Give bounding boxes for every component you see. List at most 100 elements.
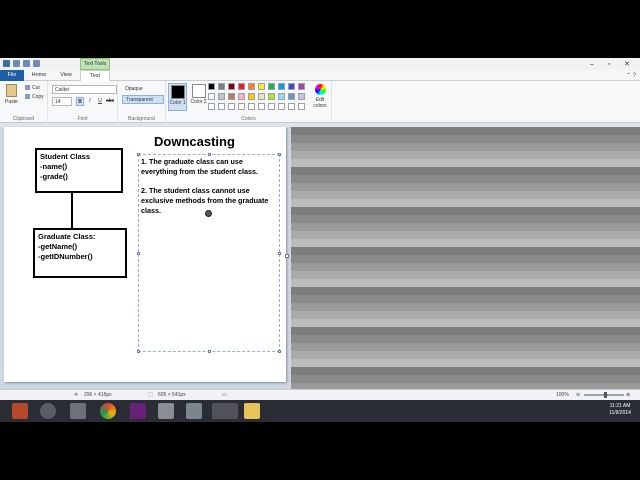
color1-button[interactable]: Color 1 [168, 83, 187, 111]
edit-colors-button[interactable]: Edit colors [312, 84, 328, 112]
paste-button[interactable]: Paste [5, 99, 18, 105]
palette-swatch[interactable] [278, 83, 285, 90]
background-group-label: Background [128, 116, 155, 122]
resize-handle[interactable] [208, 153, 211, 156]
status-bar: ✛ 296 × 415px ⬚ 605 × 541px ▭ 100% ⊖ ⊕ [0, 389, 640, 400]
palette-swatch[interactable] [268, 103, 275, 110]
palette-swatch[interactable] [248, 83, 255, 90]
palette-swatch[interactable] [298, 103, 305, 110]
cut-label: Cut [32, 85, 40, 91]
drawing-canvas[interactable]: Student Class -name() -grade() Graduate … [4, 127, 286, 382]
palette-swatch[interactable] [278, 103, 285, 110]
student-method: -name() [40, 162, 68, 171]
palette-swatch[interactable] [268, 83, 275, 90]
palette-swatch[interactable] [238, 93, 245, 100]
font-size-select[interactable]: 14 [52, 97, 72, 106]
tab-file[interactable]: File [0, 70, 24, 81]
mouse-cursor-icon [205, 210, 212, 217]
student-method: -grade() [40, 172, 68, 181]
help-icon[interactable]: ⌃ ? [626, 72, 636, 79]
palette-swatch[interactable] [258, 83, 265, 90]
resize-handle[interactable] [278, 350, 281, 353]
palette-swatch[interactable] [208, 93, 215, 100]
resize-handle[interactable] [208, 350, 211, 353]
copy-label: Copy [32, 94, 44, 100]
opaque-option[interactable]: Opaque [122, 85, 164, 94]
resize-handle[interactable] [278, 252, 281, 255]
text-tools-context-tab: Text Tools [80, 58, 110, 70]
cut-button[interactable]: Cut [25, 85, 40, 91]
bold-button[interactable]: B [76, 97, 84, 106]
selection-size: 605 × 541px [158, 392, 186, 398]
palette-swatch[interactable] [228, 103, 235, 110]
resize-handle[interactable] [278, 153, 281, 156]
strikethrough-button[interactable]: abc [106, 97, 114, 106]
window-controls[interactable]: – ▫ ✕ [590, 60, 636, 68]
redo-icon[interactable] [33, 60, 40, 67]
zoom-in-icon[interactable]: ⊕ [626, 390, 630, 400]
palette-swatch[interactable] [268, 93, 275, 100]
cursor-position: 296 × 415px [84, 392, 112, 398]
resize-handle[interactable] [137, 153, 140, 156]
palette-swatch[interactable] [238, 83, 245, 90]
palette-swatch[interactable] [238, 103, 245, 110]
palette-swatch[interactable] [258, 103, 265, 110]
font-group-label: Font [77, 116, 88, 122]
onenote-icon[interactable] [12, 403, 28, 419]
palette-swatch[interactable] [288, 103, 295, 110]
palette-swatch[interactable] [278, 93, 285, 100]
resize-handle[interactable] [137, 252, 140, 255]
transparent-option[interactable]: Transparent [122, 95, 164, 104]
zoom-out-icon[interactable]: ⊖ [576, 390, 580, 400]
inheritance-line [71, 193, 73, 228]
copy-button[interactable]: Copy [25, 94, 44, 100]
paint-app-icon[interactable] [3, 60, 10, 67]
palette-swatch[interactable] [288, 83, 295, 90]
palette-swatch[interactable] [228, 83, 235, 90]
canvas-resize-handle[interactable] [285, 254, 289, 258]
settings-icon[interactable] [40, 403, 56, 419]
color2-button[interactable]: Color 2 [189, 83, 208, 111]
zoom-slider-thumb[interactable] [604, 392, 607, 398]
canvas-area[interactable]: Student Class -name() -grade() Graduate … [0, 127, 640, 389]
color-wheel-icon [314, 84, 326, 95]
undo-icon[interactable] [23, 60, 30, 67]
palette-swatch[interactable] [218, 103, 225, 110]
tools-icon[interactable] [158, 403, 174, 419]
palette-swatch[interactable] [298, 93, 305, 100]
palette-swatch[interactable] [218, 83, 225, 90]
tab-text[interactable]: Text [80, 70, 110, 81]
paste-icon[interactable] [6, 84, 17, 97]
virtualbox-icon[interactable] [70, 403, 86, 419]
palette-swatch[interactable] [248, 103, 255, 110]
underline-button[interactable]: U [96, 97, 104, 106]
tab-home[interactable]: Home [26, 70, 52, 81]
scissors-icon [25, 85, 30, 91]
paint-taskbar-icon[interactable] [212, 403, 238, 419]
visual-studio-icon[interactable] [130, 403, 146, 419]
save-icon[interactable] [13, 60, 20, 67]
text-box[interactable]: 1. The graduate class can use everything… [137, 153, 281, 353]
system-tray[interactable] [535, 404, 605, 418]
font-family-select[interactable]: Calibri [52, 85, 117, 94]
chrome-icon[interactable] [100, 403, 116, 419]
palette-swatch[interactable] [218, 93, 225, 100]
cursor-position-icon: ✛ [74, 392, 79, 398]
copy-icon [25, 94, 30, 100]
palette-swatch[interactable] [228, 93, 235, 100]
palette-swatch[interactable] [248, 93, 255, 100]
palette-swatch[interactable] [288, 93, 295, 100]
clock[interactable]: 11:21 AM 11/9/2014 [604, 403, 636, 417]
palette-swatch[interactable] [258, 93, 265, 100]
file-explorer-icon[interactable] [244, 403, 260, 419]
colors-group-label: Colors [241, 116, 256, 122]
palette-swatch[interactable] [298, 83, 305, 90]
title-bar: Text Tools – ▫ ✕ [0, 58, 640, 70]
tab-view[interactable]: View [54, 70, 78, 81]
resize-handle[interactable] [137, 350, 140, 353]
palette-swatch[interactable] [208, 103, 215, 110]
palette-swatch[interactable] [208, 83, 215, 90]
graduate-class-box: Graduate Class: -getName() -getIDNumber(… [33, 228, 127, 278]
save-disk-icon[interactable] [186, 403, 202, 419]
italic-button[interactable]: I [86, 97, 94, 106]
